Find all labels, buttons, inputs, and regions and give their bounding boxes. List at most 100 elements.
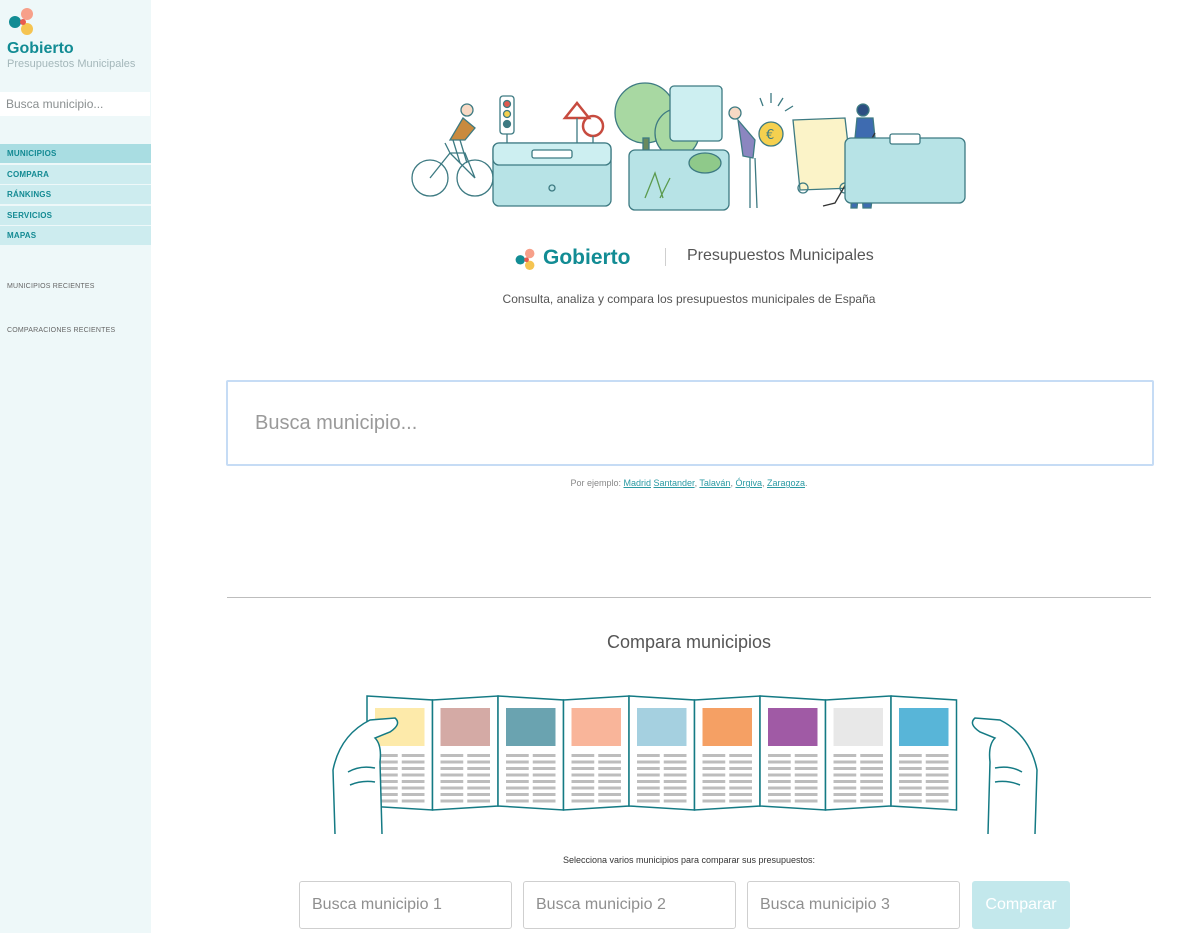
sidebar-item-rankings[interactable]: RÁNKINGS [0, 185, 151, 204]
compare-panel-text-line [467, 760, 490, 764]
compare-panel-text-line [833, 799, 857, 803]
example-link-zaragoza[interactable]: Zaragoza [767, 478, 805, 488]
compare-panel-text-line [794, 760, 818, 764]
gobierto-logo-icon[interactable] [7, 7, 35, 35]
compare-title: Compara municipios [606, 632, 772, 652]
compare-panel-text-line [467, 754, 490, 757]
example-link-santander[interactable]: Santander [654, 478, 695, 488]
compare-panel-text-line [598, 799, 621, 803]
compare-panel-text-line [729, 780, 752, 783]
compare-input-1[interactable] [299, 881, 512, 929]
sidebar-item-mapas[interactable]: MAPAS [0, 226, 151, 245]
recent-comparaciones-heading: COMPARACIONES RECIENTES [7, 327, 116, 334]
example-link-orgiva[interactable]: Órgiva [735, 478, 762, 488]
example-link-madrid[interactable]: Madrid [623, 478, 651, 488]
compare-panel-text-line [833, 793, 857, 796]
compare-panel-text-line [506, 773, 529, 777]
compare-button[interactable]: Comparar [972, 881, 1070, 929]
compare-panel-text-line [925, 760, 949, 764]
compare-panel-text-line [925, 767, 949, 770]
main-brand-name: Gobierto [543, 246, 631, 269]
compare-input-3[interactable] [747, 881, 960, 929]
compare-panel-text-line [925, 799, 949, 803]
compare-panel-text-line [467, 767, 490, 770]
compare-panel-text-line [440, 767, 464, 770]
sidebar-search-input[interactable] [0, 92, 150, 116]
compare-panel-text-line [702, 793, 726, 796]
compare-panel-text-line [729, 793, 752, 796]
compare-panel-text-line [532, 767, 556, 770]
compare-panel-color-block [833, 708, 883, 746]
compare-panel-text-line [860, 767, 883, 770]
compare-panel-text-line [571, 780, 595, 783]
compare-panel-text-line [598, 780, 621, 783]
main-search-input[interactable] [226, 380, 1154, 466]
compare-panel-text-line [571, 786, 595, 790]
sidebar-item-servicios[interactable]: SERVICIOS [0, 205, 151, 225]
compare-panel-text-line [663, 780, 687, 783]
compare-panel-color-block [637, 708, 687, 746]
compare-panel-text-line [663, 773, 687, 777]
compare-panel-text-line [637, 799, 660, 803]
compare-panel-text-line [467, 780, 490, 783]
compare-panel-text-line [899, 799, 922, 803]
compare-panel-color-block [768, 708, 818, 746]
compare-panel-text-line [860, 773, 883, 777]
hero-illustration: € [411, 82, 966, 211]
compare-panel-text-line [899, 773, 922, 777]
compare-panel-text-line [598, 793, 621, 796]
compare-panel-text-line [506, 780, 529, 783]
compare-panel-text-line [571, 799, 595, 803]
compare-panel-text-line [401, 767, 425, 770]
compare-panel-text-line [768, 793, 791, 796]
compare-panel-text-line [925, 754, 949, 757]
compare-panel-text-line [860, 793, 883, 796]
compare-panel-text-line [702, 799, 726, 803]
compare-panel-text-line [860, 799, 883, 803]
compare-panel-text-line [571, 760, 595, 764]
sidebar-item-compara[interactable]: COMPARA [0, 164, 151, 184]
compare-panel-text-line [637, 793, 660, 796]
compare-panel-text-line [532, 799, 556, 803]
compare-panel-text-line [794, 786, 818, 790]
compare-panel-text-line [506, 754, 529, 757]
compare-illustration [332, 695, 1038, 835]
sidebar-item-municipios[interactable]: MUNICIPIOS [0, 144, 151, 163]
compare-panel-text-line [833, 786, 857, 790]
compare-panel-text-line [401, 780, 425, 783]
compare-panel-text-line [440, 773, 464, 777]
compare-panel-text-line [440, 799, 464, 803]
compare-panel-text-line [467, 793, 490, 796]
compare-hint: Selecciona varios municipios para compar… [562, 855, 816, 865]
compare-panel-text-line [598, 773, 621, 777]
tagline: Consulta, analiza y compara los presupue… [502, 292, 876, 306]
example-link-talavan[interactable]: Talaván [699, 478, 730, 488]
compare-panel-text-line [532, 780, 556, 783]
sidebar-nav: MUNICIPIOS COMPARA RÁNKINGS SERVICIOS MA… [0, 144, 151, 247]
compare-panel-text-line [598, 754, 621, 757]
compare-panel-color-block [571, 708, 621, 746]
compare-panel-text-line [729, 760, 752, 764]
compare-panel-text-line [768, 773, 791, 777]
compare-panel-text-line [833, 767, 857, 770]
compare-panel-text-line [899, 760, 922, 764]
compare-panel-text-line [467, 799, 490, 803]
compare-panel-text-line [532, 760, 556, 764]
compare-panel-text-line [637, 767, 660, 770]
compare-panel-text-line [925, 793, 949, 796]
compare-input-2[interactable] [523, 881, 736, 929]
compare-panel-text-line [794, 799, 818, 803]
compare-panel-text-line [860, 780, 883, 783]
compare-panel-text-line [702, 767, 726, 770]
compare-panel-text-line [729, 767, 752, 770]
compare-panel-text-line [571, 767, 595, 770]
compare-panel-text-line [506, 760, 529, 764]
brand-name[interactable]: Gobierto [7, 40, 74, 58]
compare-panel-text-line [702, 786, 726, 790]
compare-panel-text-line [768, 786, 791, 790]
compare-panel-text-line [768, 767, 791, 770]
compare-panel-text-line [794, 793, 818, 796]
compare-panel-text-line [768, 760, 791, 764]
compare-panel-text-line [637, 780, 660, 783]
compare-panel-text-line [401, 786, 425, 790]
